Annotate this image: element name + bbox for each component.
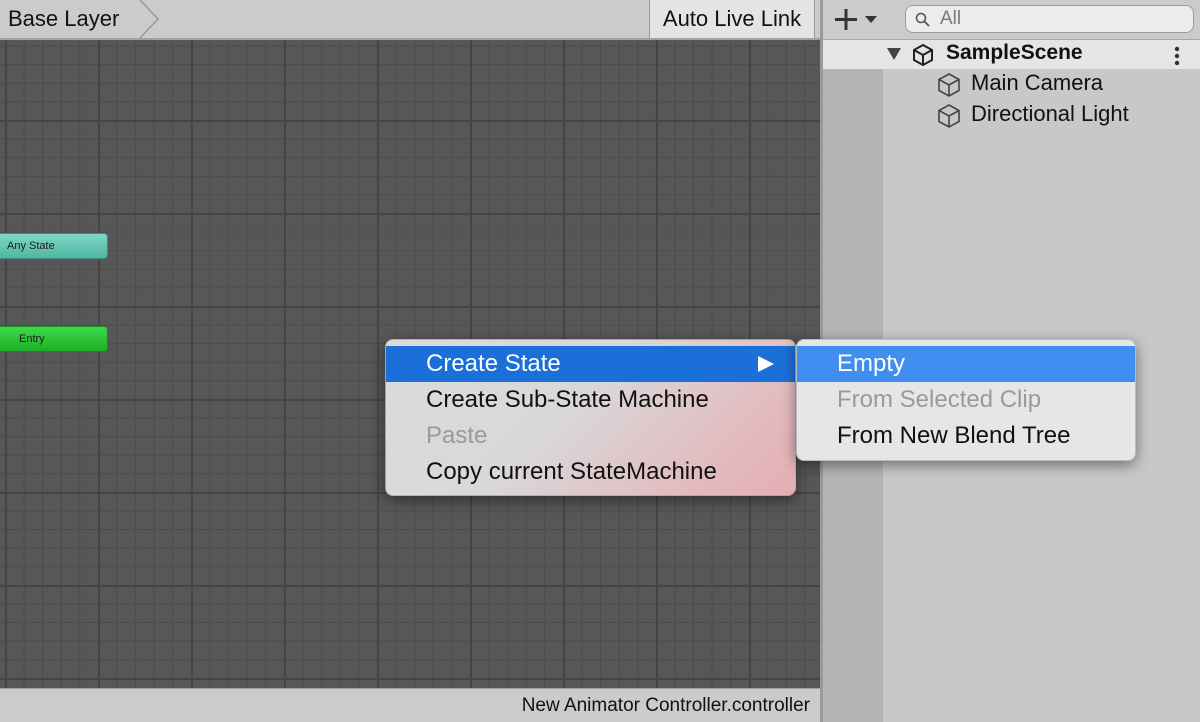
entry-node[interactable]: Entry [0, 326, 108, 352]
menu-item-create-state[interactable]: Create State [386, 346, 795, 382]
auto-live-link-button[interactable]: Auto Live Link [649, 0, 815, 38]
create-state-submenu: Empty From Selected Clip From New Blend … [796, 339, 1136, 461]
submenu-arrow-icon [758, 356, 774, 372]
hierarchy-item-main-camera[interactable]: Main Camera [823, 69, 1200, 99]
hierarchy-toolbar: All [823, 0, 1200, 40]
add-object-button[interactable] [833, 6, 883, 34]
gameobject-cube-icon [938, 104, 960, 128]
hierarchy-item-label: Directional Light [971, 101, 1129, 126]
plus-icon [835, 9, 857, 30]
search-placeholder: All [940, 8, 962, 29]
gameobject-cube-icon [938, 73, 960, 97]
menu-item-copy-current-statemachine[interactable]: Copy current StateMachine [386, 454, 795, 490]
submenu-item-from-selected-clip: From Selected Clip [837, 386, 1042, 413]
scene-row[interactable]: SampleScene [823, 40, 1200, 69]
menu-item-create-sub-state-machine[interactable]: Create Sub-State Machine [386, 382, 795, 418]
kebab-menu-icon[interactable] [1173, 45, 1181, 67]
any-state-node[interactable]: Any State [0, 233, 108, 259]
menu-item-label: Create State [426, 350, 561, 377]
submenu-item-empty[interactable]: Empty [797, 346, 1135, 382]
foldout-triangle-icon[interactable] [887, 48, 901, 60]
graph-context-menu: Create State Create Sub-State Machine Pa… [385, 339, 796, 496]
scene-name: SampleScene [946, 41, 1083, 64]
submenu-item-from-new-blend-tree[interactable]: From New Blend Tree [797, 418, 1135, 454]
status-bar: New Animator Controller.controller [0, 688, 820, 722]
hierarchy-item-label: Main Camera [971, 70, 1104, 95]
unity-scene-icon [913, 43, 933, 67]
animator-toolbar: Base Layer Auto Live Link [0, 0, 820, 40]
controller-filename: New Animator Controller.controller [521, 695, 810, 716]
menu-item-paste: Paste [426, 422, 488, 449]
chevron-down-icon [865, 16, 877, 23]
breadcrumb-base-layer[interactable]: Base Layer [8, 6, 119, 32]
breadcrumb-chevron-icon [139, 0, 160, 38]
hierarchy-search-input[interactable]: All [905, 5, 1194, 33]
search-icon [915, 12, 930, 27]
hierarchy-item-directional-light[interactable]: Directional Light [823, 100, 1200, 130]
